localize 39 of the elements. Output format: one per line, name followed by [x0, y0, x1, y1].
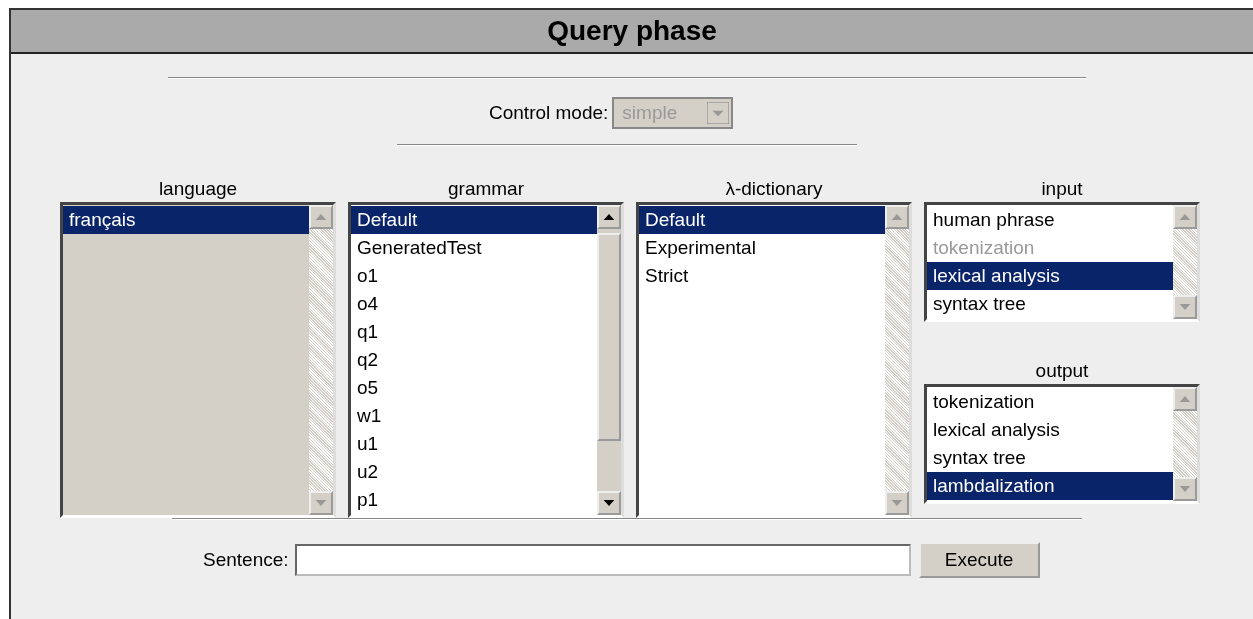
sentence-label: Sentence: — [203, 549, 289, 571]
list-item[interactable]: o5 — [351, 374, 597, 402]
list-box[interactable]: Default GeneratedTest o1 o4 q1 q2 o5 w1 u1 u2 p1 — [348, 202, 624, 518]
list-item[interactable]: syntax tree — [927, 290, 1173, 318]
scroll-down-icon[interactable] — [597, 491, 621, 515]
scroll-up-icon[interactable] — [597, 205, 621, 229]
list-item[interactable]: q2 — [351, 346, 597, 374]
list-heading: language — [157, 178, 239, 201]
list-heading: output — [1034, 360, 1090, 383]
list-box[interactable]: tokenization lexical analysis syntax tree lambdalization — [924, 384, 1200, 504]
scroll-thumb[interactable] — [597, 233, 621, 441]
list-item[interactable]: u2 — [351, 458, 597, 486]
list-heading: λ-dictionary — [724, 178, 824, 201]
list-item[interactable]: p1 — [351, 486, 597, 514]
list-item[interactable]: lexical analysis — [927, 262, 1173, 290]
list-item[interactable]: syntax tree — [927, 444, 1173, 472]
list-item[interactable]: lexical analysis — [927, 416, 1173, 444]
window-title: Query phase — [547, 15, 717, 47]
list-box[interactable]: Default Experimental Strict — [636, 202, 912, 518]
control-mode-label: Control mode: — [489, 102, 609, 124]
list-heading: input — [1040, 178, 1084, 201]
list-item[interactable]: Default — [639, 206, 885, 234]
sentence-input[interactable] — [294, 544, 911, 576]
list-item[interactable]: q1 — [351, 318, 597, 346]
list-item[interactable]: tokenization — [927, 388, 1173, 416]
list-heading: grammar — [447, 178, 525, 201]
list-item[interactable]: Experimental — [639, 234, 885, 262]
list-item[interactable]: w1 — [351, 402, 597, 430]
execute-button[interactable]: Execute — [918, 542, 1040, 578]
list-item[interactable]: human phrase — [927, 206, 1173, 234]
list-item[interactable]: u1 — [351, 430, 597, 458]
list-item[interactable]: Default — [351, 206, 597, 234]
list-item[interactable]: o4 — [351, 290, 597, 318]
dropdown-arrow-icon — [707, 102, 730, 124]
list-item[interactable]: GeneratedTest — [351, 234, 597, 262]
list-item[interactable]: o1 — [351, 262, 597, 290]
list-item[interactable]: lambdalization — [927, 472, 1173, 500]
list-item[interactable]: Strict — [639, 262, 885, 290]
scrollbar[interactable] — [597, 205, 621, 515]
